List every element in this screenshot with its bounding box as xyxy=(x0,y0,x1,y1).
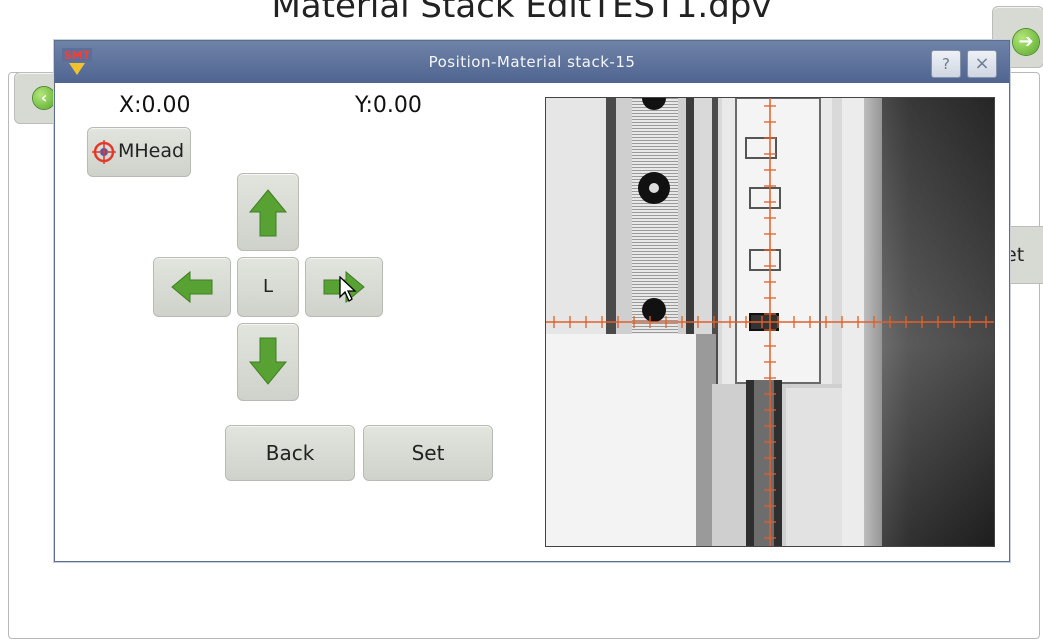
x-coordinate-readout: X:0.00 xyxy=(119,93,191,118)
center-label: L xyxy=(262,276,274,297)
mhead-button[interactable]: MHead xyxy=(87,127,191,177)
help-button[interactable]: ? xyxy=(931,50,961,78)
mouse-cursor-icon xyxy=(339,276,357,302)
center-l-button[interactable]: L xyxy=(237,257,299,317)
camera-view[interactable] xyxy=(545,97,995,547)
move-left-button[interactable] xyxy=(153,257,231,317)
move-right-button[interactable] xyxy=(305,257,383,317)
y-coordinate-readout: Y:0.00 xyxy=(355,93,422,118)
set-button[interactable]: Set xyxy=(363,425,493,481)
arrow-up-icon xyxy=(248,189,288,237)
background-window-title: Material Stack EditTEST1.dpv xyxy=(271,0,772,26)
arrow-down-icon xyxy=(248,337,288,385)
mhead-label: MHead xyxy=(118,140,185,162)
back-label: Back xyxy=(265,441,315,465)
dialog-title-bar[interactable]: SMT Position-Material stack-15 ? × xyxy=(55,41,1009,83)
camera-image xyxy=(546,98,994,546)
arrow-left-circle-icon: ➔ xyxy=(1013,29,1039,55)
set-label: Set xyxy=(411,441,445,465)
back-button[interactable]: Back xyxy=(225,425,355,481)
chevron-left-icon: ‹ xyxy=(33,87,55,109)
close-button[interactable]: × xyxy=(967,50,997,78)
move-down-button[interactable] xyxy=(237,323,299,401)
dialog-title: Position-Material stack-15 xyxy=(428,53,636,71)
move-up-button[interactable] xyxy=(237,173,299,251)
crosshair-target-icon xyxy=(92,140,116,164)
position-dialog: SMT Position-Material stack-15 ? × X:0.0… xyxy=(54,40,1010,562)
arrow-left-icon xyxy=(171,270,213,304)
